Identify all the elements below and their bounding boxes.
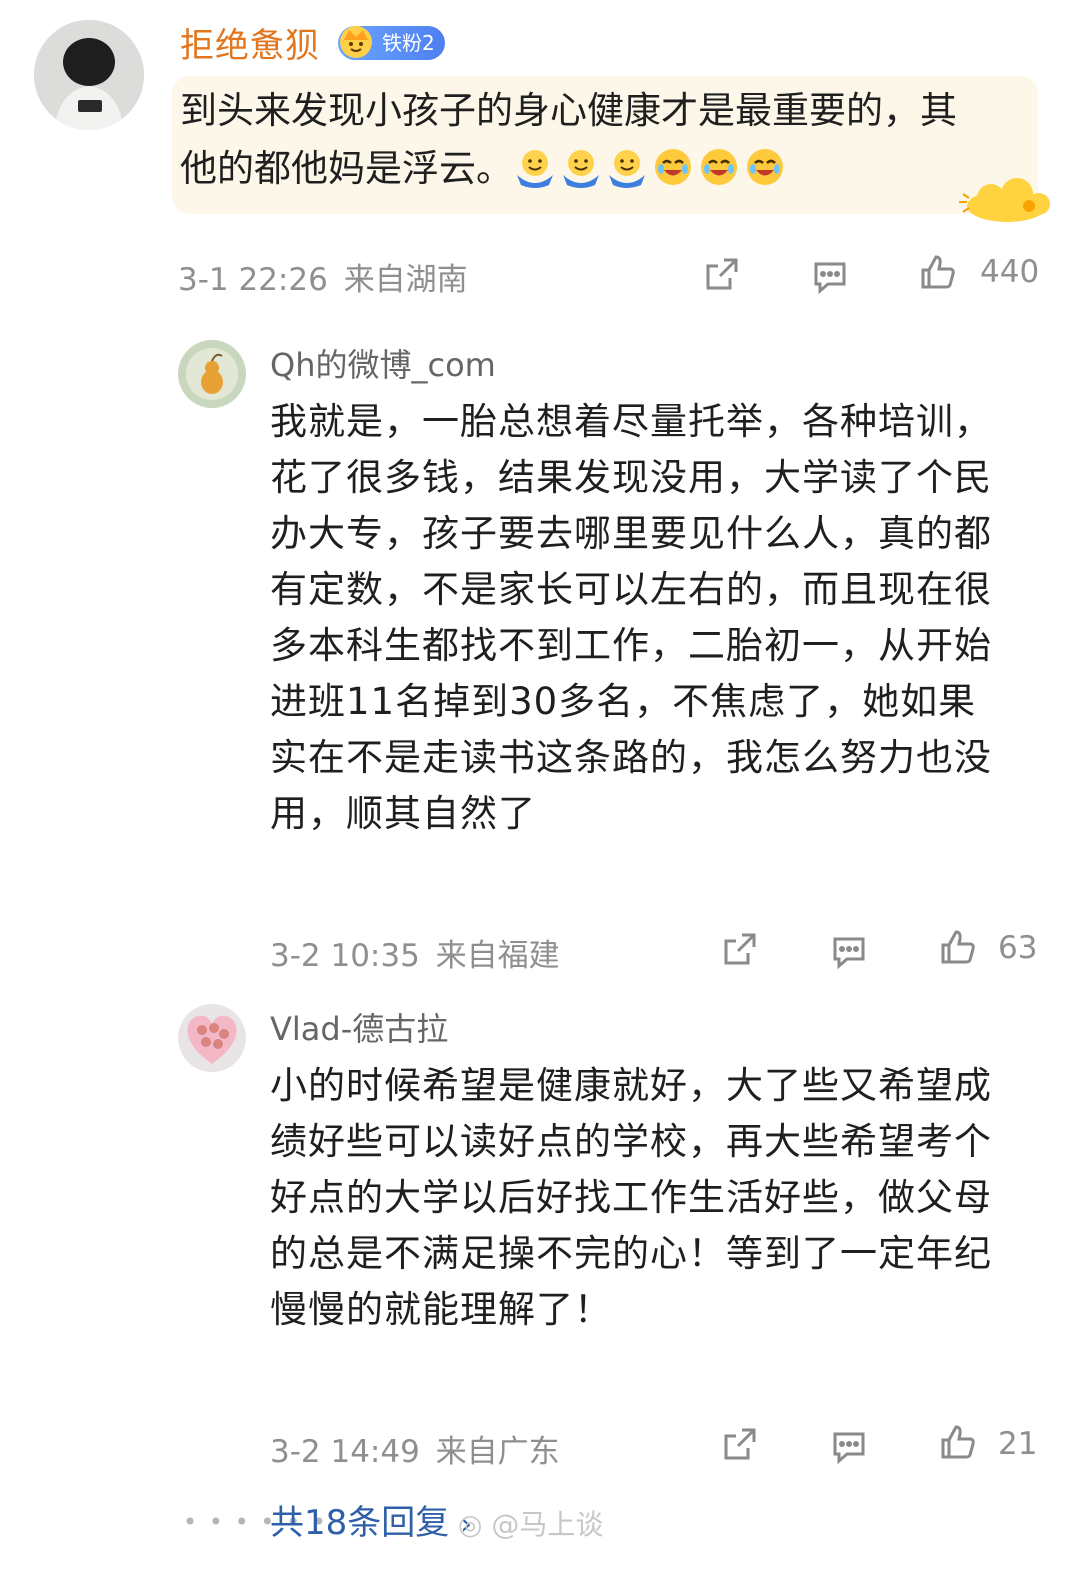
more-replies-label: 共18条回复 — [270, 1503, 450, 1543]
comment-text: 到头来发现小孩子的身心健康才是最重要的，其他的都他妈是浮云。 — [180, 82, 980, 198]
reply-time: 3-2 10:35 — [270, 938, 420, 974]
username[interactable]: 拒绝惫狈 — [180, 18, 320, 67]
weibo-logo-icon: ◎ — [458, 1508, 483, 1541]
hug-emoji-icon — [609, 150, 645, 188]
more-replies-link[interactable]: 共18条回复 › — [270, 1495, 472, 1544]
share-icon[interactable] — [720, 929, 760, 969]
username[interactable]: Qh的微博_com — [270, 340, 496, 386]
avatar[interactable] — [178, 340, 246, 408]
avatar[interactable] — [178, 1004, 246, 1072]
comment-icon[interactable] — [829, 931, 869, 971]
comment-icon[interactable] — [810, 256, 850, 296]
like-icon[interactable] — [918, 252, 958, 292]
like-icon[interactable] — [938, 927, 978, 967]
like-count: 21 — [998, 1426, 1038, 1462]
share-icon[interactable] — [702, 254, 742, 294]
cloud-sticker-icon — [955, 172, 1055, 226]
username[interactable]: Vlad-德古拉 — [270, 1004, 448, 1050]
laugh-cry-emoji-icon — [701, 149, 737, 185]
timestamp: 3-2 14:49 来自广东 — [270, 1426, 560, 1471]
comment-location: 来自湖南 — [343, 262, 468, 298]
laugh-cry-emoji-icon — [655, 149, 691, 185]
reply-location: 来自福建 — [435, 938, 560, 974]
like-count: 63 — [998, 930, 1038, 966]
watermark: ◎ @马上谈 — [458, 1503, 603, 1543]
reply-time: 3-2 14:49 — [270, 1434, 420, 1470]
timestamp: 3-2 10:35 来自福建 — [270, 930, 560, 975]
watermark-text: @马上谈 — [491, 1508, 604, 1541]
like-count: 440 — [980, 254, 1040, 290]
hug-emoji-icon — [517, 150, 553, 188]
hug-emoji-icon — [563, 150, 599, 188]
share-icon[interactable] — [720, 1424, 760, 1464]
crown-icon — [336, 20, 376, 60]
laugh-cry-emoji-icon — [747, 149, 783, 185]
avatar[interactable] — [34, 20, 144, 130]
reply-text: 小的时候希望是健康就好，大了些又希望成绩好些可以读好点的学校，再大些希望考个好点… — [270, 1064, 992, 1331]
emoji-row — [513, 147, 789, 190]
comment-icon[interactable] — [829, 1426, 869, 1466]
comment-time: 3-1 22:26 — [178, 262, 328, 298]
like-icon[interactable] — [938, 1422, 978, 1462]
timestamp: 3-1 22:26 来自湖南 — [178, 254, 468, 299]
reply-location: 来自广东 — [435, 1434, 560, 1470]
reply-text: 我就是，一胎总想着尽量托举，各种培训，花了很多钱，结果发现没用，大学读了个民办大… — [270, 400, 992, 835]
